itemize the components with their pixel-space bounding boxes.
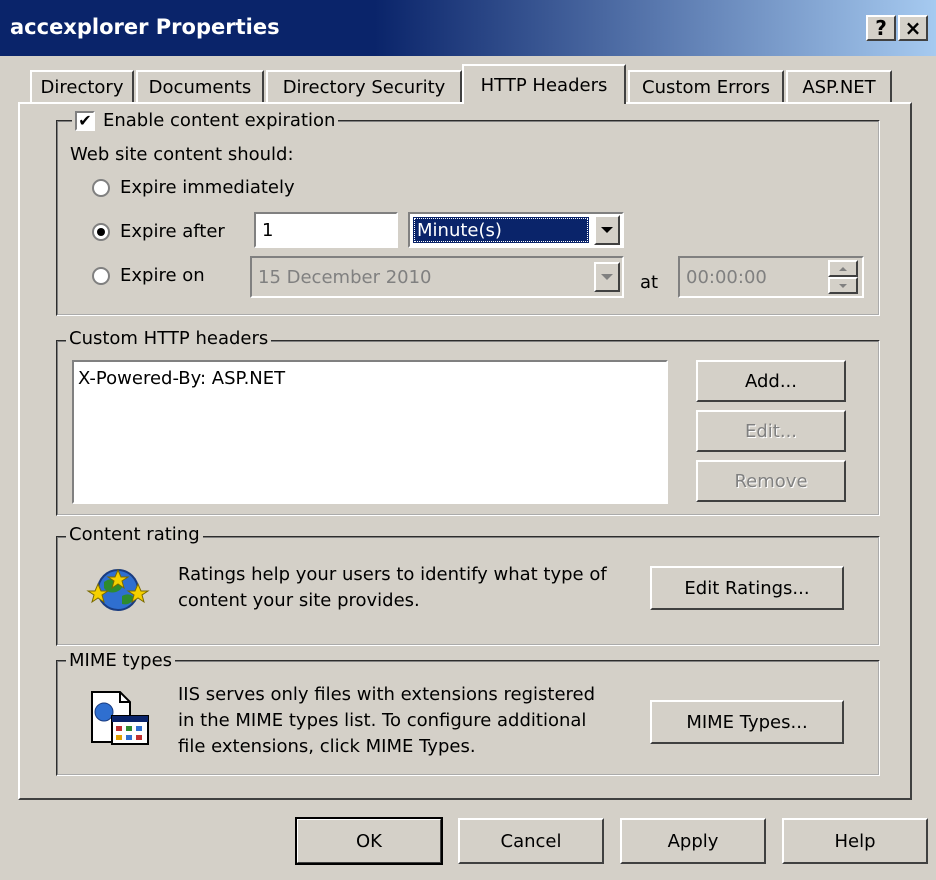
content-rating-legend: Content rating	[66, 524, 203, 545]
edit-ratings-label: Edit Ratings...	[684, 577, 810, 599]
header-item-text: X-Powered-By: ASP.NET	[78, 368, 286, 389]
expire-on-radio[interactable]: Expire on	[92, 265, 205, 286]
spin-up-icon	[828, 260, 858, 277]
checkbox-box[interactable]: ✔	[75, 110, 95, 131]
mime-types-button[interactable]: MIME Types...	[650, 700, 844, 744]
tab-label: ASP.NET	[802, 76, 876, 98]
expire-after-value: 1	[262, 219, 274, 241]
expire-unit-value: Minute(s)	[413, 217, 589, 243]
tab-documents[interactable]: Documents	[136, 70, 264, 102]
content-should-label: Web site content should:	[70, 144, 294, 165]
remove-button: Remove	[696, 460, 846, 502]
tab-label: HTTP Headers	[480, 74, 608, 96]
title-bar: accexplorer Properties ? ×	[0, 0, 936, 56]
help-icon[interactable]: ?	[866, 15, 896, 41]
tab-label: Directory	[40, 76, 124, 98]
tab-aspnet[interactable]: ASP.NET	[786, 70, 892, 102]
apply-button[interactable]: Apply	[620, 818, 766, 864]
radio-circle[interactable]	[92, 222, 110, 241]
dropdown-arrow	[601, 274, 613, 280]
help-glyph: ?	[875, 16, 887, 40]
enable-expiration-label: Enable content expiration	[103, 110, 336, 131]
expire-on-date-value: 15 December 2010	[258, 266, 432, 288]
spin-down-icon	[828, 277, 858, 294]
mime-types-icon	[91, 691, 149, 745]
custom-headers-legend: Custom HTTP headers	[66, 328, 272, 349]
apply-label: Apply	[667, 830, 719, 852]
expire-on-label: Expire on	[120, 265, 205, 286]
expire-time-spinner: 00:00:00	[678, 256, 864, 298]
close-icon[interactable]: ×	[898, 15, 928, 41]
mime-text-2: in the MIME types list. To configure add…	[178, 710, 587, 731]
help-label: Help	[834, 830, 876, 852]
chevron-down-icon	[594, 262, 620, 292]
chevron-down-icon[interactable]	[594, 215, 620, 245]
enable-expiration-checkbox[interactable]: ✔ Enable content expiration	[72, 110, 339, 131]
expire-after-label: Expire after	[120, 221, 225, 242]
expire-immediately-label: Expire immediately	[120, 177, 295, 198]
add-button-label: Add...	[744, 370, 797, 392]
expire-after-input[interactable]: 1	[254, 212, 398, 248]
expire-immediately-radio[interactable]: Expire immediately	[92, 177, 295, 198]
list-item[interactable]: X-Powered-By: ASP.NET	[74, 362, 666, 395]
add-button[interactable]: Add...	[696, 360, 846, 402]
mime-text-3: file extensions, click MIME Types.	[178, 736, 476, 757]
window-title: accexplorer Properties	[10, 15, 280, 39]
expire-unit-text: Minute(s)	[417, 219, 502, 241]
radio-circle[interactable]	[92, 178, 110, 197]
expire-after-radio[interactable]: Expire after	[92, 221, 225, 242]
ok-label: OK	[356, 830, 382, 852]
edit-button-label: Edit...	[744, 420, 798, 442]
expire-unit-select[interactable]: Minute(s)	[408, 212, 624, 248]
tab-directory-security[interactable]: Directory Security	[266, 70, 462, 102]
mime-types-legend: MIME types	[66, 650, 176, 671]
ok-button[interactable]: OK	[295, 817, 443, 865]
expire-on-date-select: 15 December 2010	[250, 256, 624, 298]
expire-time-value: 00:00:00	[686, 266, 767, 288]
ratings-globe-icon	[86, 568, 150, 611]
mime-types-button-label: MIME Types...	[686, 711, 808, 733]
edit-ratings-button[interactable]: Edit Ratings...	[650, 566, 844, 610]
custom-headers-list[interactable]: X-Powered-By: ASP.NET	[72, 360, 668, 504]
close-glyph: ×	[904, 16, 922, 40]
cancel-label: Cancel	[500, 830, 562, 852]
radio-dot	[97, 227, 105, 236]
tab-custom-errors[interactable]: Custom Errors	[628, 70, 784, 102]
at-label: at	[640, 272, 659, 293]
help-button[interactable]: Help	[782, 818, 928, 864]
tab-label: Directory Security	[282, 76, 446, 98]
radio-circle[interactable]	[92, 266, 110, 285]
edit-button: Edit...	[696, 410, 846, 452]
tab-label: Custom Errors	[642, 76, 770, 98]
remove-button-label: Remove	[734, 470, 808, 492]
tab-label: Documents	[148, 76, 252, 98]
tab-http-headers[interactable]: HTTP Headers	[462, 64, 626, 104]
rating-text-2: content your site provides.	[178, 590, 420, 611]
rating-text-1: Ratings help your users to identify what…	[178, 564, 607, 585]
mime-text-1: IIS serves only files with extensions re…	[178, 684, 596, 705]
tab-directory[interactable]: Directory	[30, 70, 134, 102]
dropdown-arrow	[601, 227, 613, 233]
cancel-button[interactable]: Cancel	[458, 818, 604, 864]
